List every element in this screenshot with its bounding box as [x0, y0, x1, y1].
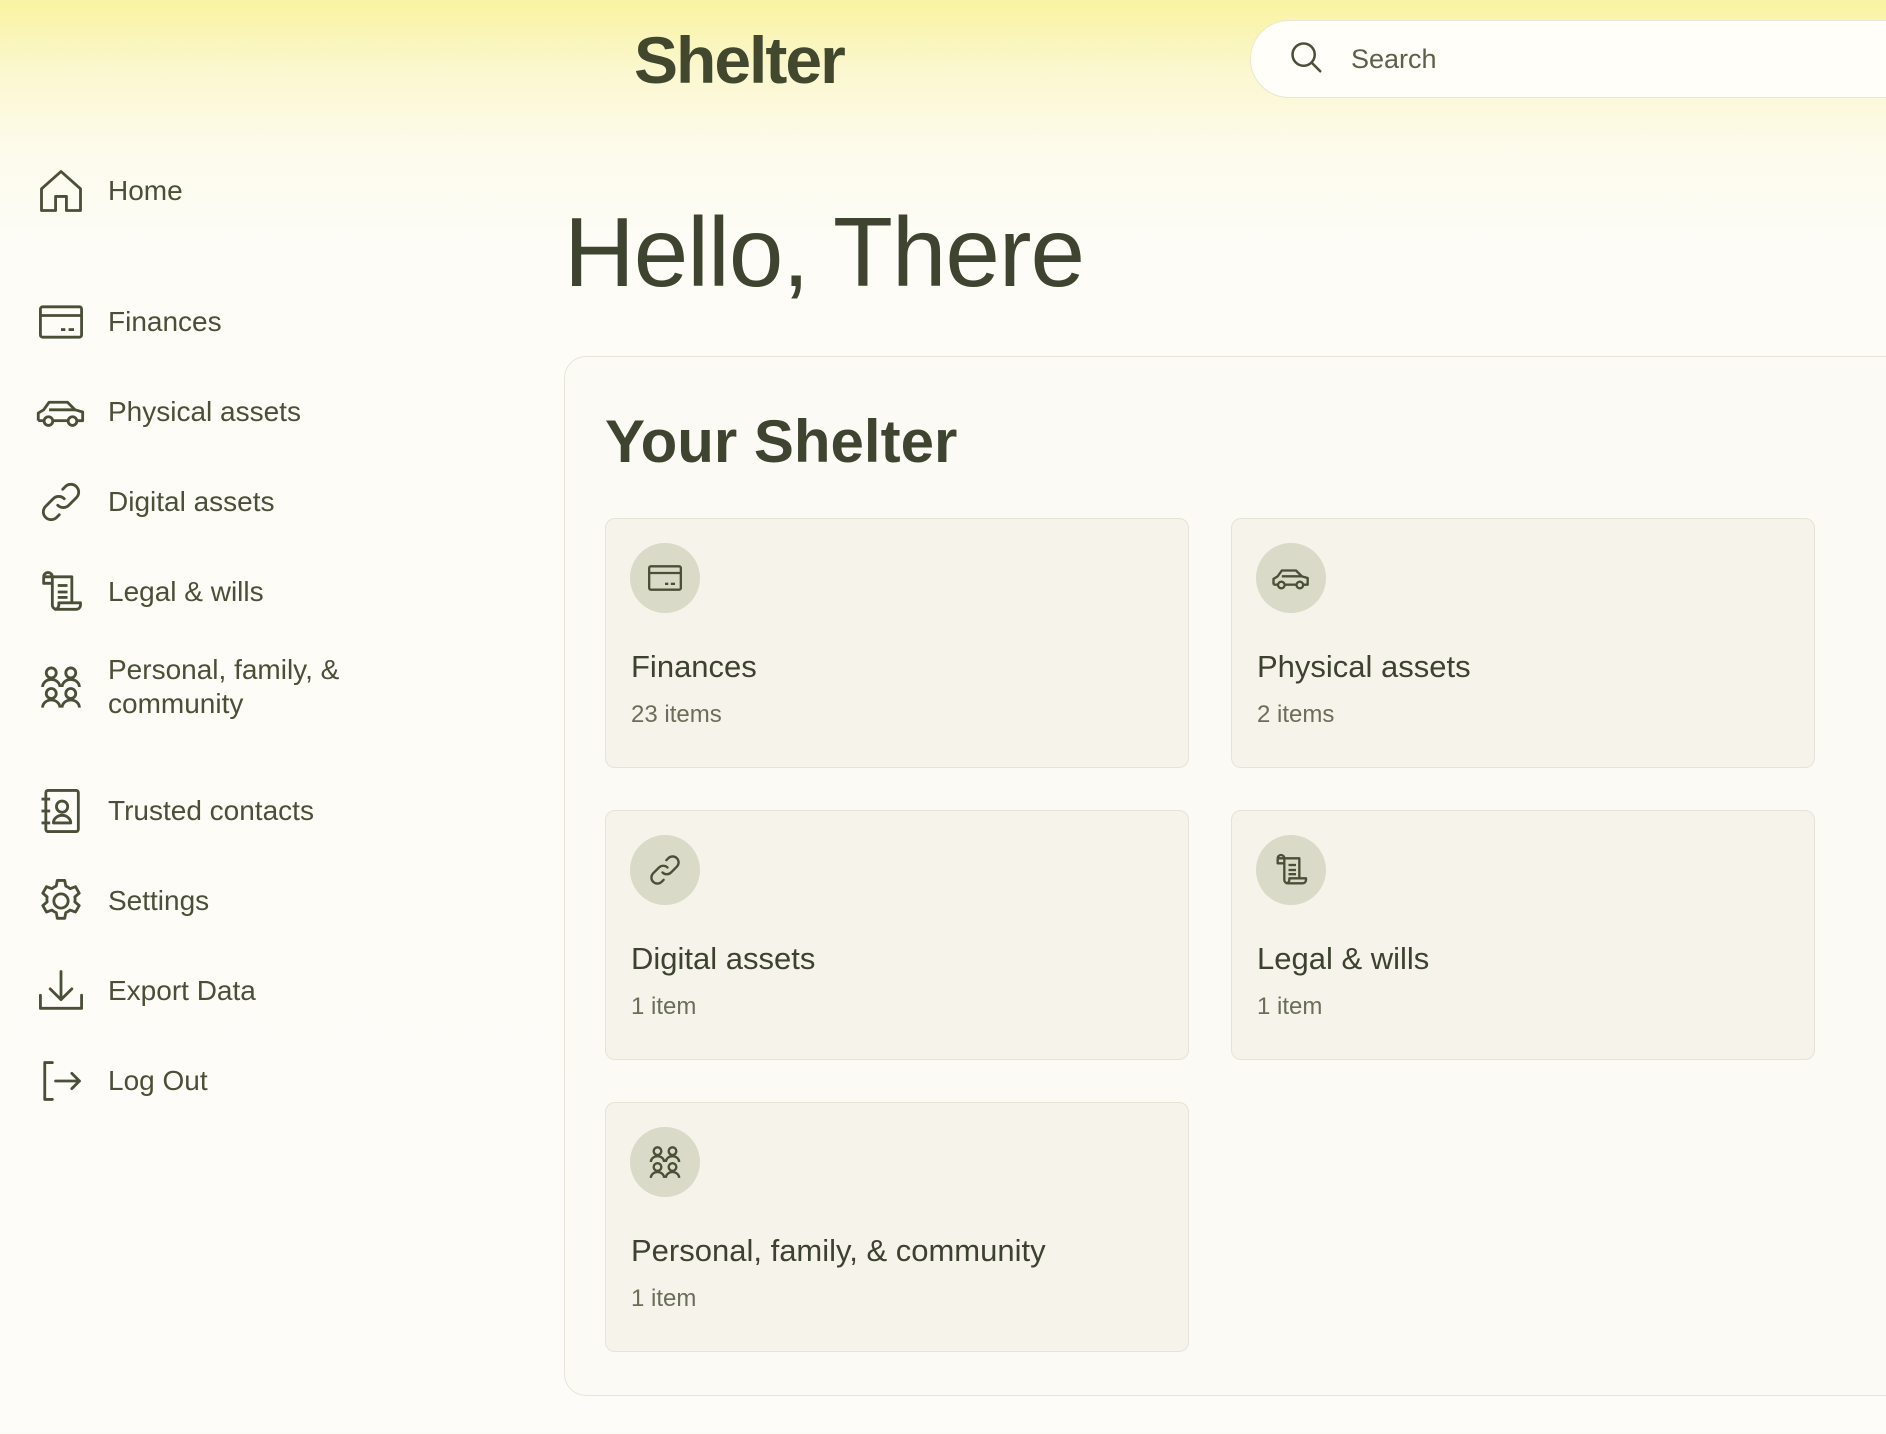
contact-book-icon	[34, 784, 88, 838]
card-title: Personal, family, & community	[631, 1233, 1046, 1268]
card-item-count: 1 item	[631, 993, 697, 1020]
card-title: Legal & wills	[1257, 941, 1430, 976]
your-shelter-panel: Your Shelter Finances 23 items Physical …	[564, 356, 1886, 1396]
category-card-finances[interactable]: Finances 23 items	[605, 518, 1189, 768]
card-title: Physical assets	[1257, 649, 1471, 684]
sidebar-item-label: Finances	[108, 306, 222, 337]
card-title: Finances	[631, 649, 757, 684]
sidebar: Home Finances Physical assets Digital as…	[0, 0, 440, 1434]
logout-icon	[34, 1054, 88, 1108]
sidebar-item-label: Trusted contacts	[108, 795, 314, 826]
gear-icon	[34, 874, 88, 928]
people-icon	[34, 660, 88, 714]
credit-card-icon	[34, 295, 88, 349]
sidebar-item-label: Log Out	[108, 1065, 208, 1096]
sidebar-item-legal-wills[interactable]: Legal & wills	[34, 565, 264, 619]
sidebar-item-digital-assets[interactable]: Digital assets	[34, 475, 275, 529]
category-card-legal-wills[interactable]: Legal & wills 1 item	[1231, 810, 1815, 1060]
credit-card-icon	[630, 543, 700, 613]
search-input[interactable]	[1351, 43, 1851, 75]
sidebar-item-label: Personal, family, & community	[108, 654, 340, 719]
search-bar[interactable]	[1250, 20, 1886, 98]
download-icon	[34, 964, 88, 1018]
category-card-physical-assets[interactable]: Physical assets 2 items	[1231, 518, 1815, 768]
car-icon	[34, 385, 88, 439]
sidebar-item-label: Export Data	[108, 975, 256, 1006]
search-icon	[1287, 38, 1325, 81]
people-icon	[630, 1127, 700, 1197]
sidebar-item-export-data[interactable]: Export Data	[34, 964, 256, 1018]
sidebar-item-settings[interactable]: Settings	[34, 874, 209, 928]
card-item-count: 23 items	[631, 701, 722, 728]
category-card-digital-assets[interactable]: Digital assets 1 item	[605, 810, 1189, 1060]
link-icon	[630, 835, 700, 905]
scroll-icon	[1256, 835, 1326, 905]
category-card-personal-family-community[interactable]: Personal, family, & community 1 item	[605, 1102, 1189, 1352]
card-item-count: 2 items	[1257, 701, 1335, 728]
shelter-logo[interactable]: Shelter	[634, 22, 846, 98]
panel-title: Your Shelter	[605, 408, 958, 475]
sidebar-item-label: Legal & wills	[108, 576, 264, 607]
link-icon	[34, 475, 88, 529]
card-title: Digital assets	[631, 941, 816, 976]
sidebar-item-label: Settings	[108, 885, 210, 916]
sidebar-item-physical-assets[interactable]: Physical assets	[34, 385, 301, 439]
card-item-count: 1 item	[1257, 993, 1323, 1020]
sidebar-item-label: Physical assets	[108, 396, 301, 427]
sidebar-item-trusted-contacts[interactable]: Trusted contacts	[34, 784, 314, 838]
home-icon	[34, 164, 88, 218]
scroll-icon	[34, 565, 88, 619]
sidebar-item-label: Digital assets	[108, 486, 275, 517]
sidebar-item-finances[interactable]: Finances	[34, 295, 222, 349]
sidebar-item-personal-family-community[interactable]: Personal, family, & community	[34, 653, 368, 721]
sidebar-item-home[interactable]: Home	[34, 164, 183, 218]
page-title: Hello, There	[564, 197, 1085, 307]
car-icon	[1256, 543, 1326, 613]
card-item-count: 1 item	[631, 1285, 697, 1312]
sidebar-item-log-out[interactable]: Log Out	[34, 1054, 208, 1108]
sidebar-item-label: Home	[108, 175, 183, 206]
